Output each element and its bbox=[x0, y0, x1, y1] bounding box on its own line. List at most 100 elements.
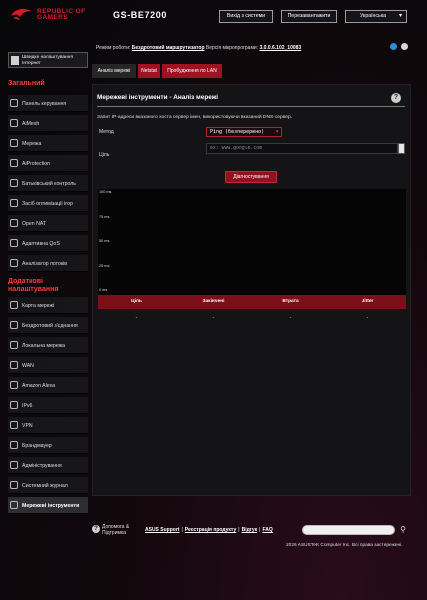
sidebar-item-network-map[interactable]: Карта мережі bbox=[8, 297, 88, 314]
sidebar-item-label: Брандмауер bbox=[22, 443, 52, 449]
settings-icon[interactable] bbox=[400, 43, 408, 50]
sidebar-item-open-nat[interactable]: Open NAT bbox=[8, 215, 88, 232]
column-header-target: Ціль bbox=[131, 299, 142, 304]
y-tick-label: 75 ms bbox=[99, 215, 110, 219]
sidebar-item-label: Системний журнал bbox=[22, 483, 68, 489]
vpn-icon bbox=[10, 421, 18, 429]
y-tick-label: 25 ms bbox=[99, 264, 110, 268]
sidebar-item-label: Панель керування bbox=[22, 101, 67, 107]
footer-search-input[interactable] bbox=[302, 525, 395, 535]
sidebar-item-label: Мережеві інструменти bbox=[22, 503, 80, 509]
tab-netstat[interactable]: Netstat bbox=[138, 64, 160, 78]
sidebar-item-aiprotection[interactable]: AiProtection bbox=[8, 155, 88, 172]
alexa-icon bbox=[10, 381, 18, 389]
quick-setup-icon bbox=[11, 56, 19, 65]
firmware-label: Версія мікропрограми: bbox=[205, 45, 259, 51]
network-map-icon bbox=[10, 301, 18, 309]
sidebar-item-parental-control[interactable]: Батьківський контроль bbox=[8, 175, 88, 192]
advanced-title-line2: налаштування bbox=[8, 285, 59, 293]
wan-icon bbox=[10, 361, 18, 369]
mode-label: Режим роботи: bbox=[96, 45, 131, 51]
help-circle-icon: ? bbox=[92, 525, 100, 533]
rog-logo-icon bbox=[11, 8, 31, 20]
cell-completed: - bbox=[212, 315, 215, 321]
brand-text: REPUBLIC OF GAMERS bbox=[37, 8, 85, 21]
method-select[interactable]: Ping (безперервно) ▾ bbox=[206, 127, 282, 137]
y-tick-label: 100 ms bbox=[99, 190, 112, 194]
sidebar-item-label: VPN bbox=[22, 423, 33, 429]
quick-setup-button[interactable]: Швидке налаштування Інтернет bbox=[8, 52, 88, 68]
administration-icon bbox=[10, 461, 18, 469]
game-boost-icon bbox=[10, 199, 18, 207]
copyright-text: 2026 ASUSTeK Computer Inc. Всі права зас… bbox=[286, 543, 403, 548]
feedback-link[interactable]: Відгук bbox=[242, 527, 258, 533]
faq-link[interactable]: FAQ bbox=[262, 527, 272, 533]
column-header-jitter: Jitter bbox=[361, 299, 374, 304]
ping-chart: 100 ms 75 ms 50 ms 25 ms 0 ms bbox=[98, 189, 406, 295]
general-section-title: Загальний bbox=[8, 80, 45, 87]
target-input[interactable] bbox=[206, 143, 398, 154]
sidebar-item-game-boost[interactable]: Засіб оптимізації ігор bbox=[8, 195, 88, 212]
network-analysis-panel: Мережеві інструменти - Аналіз мережі ? З… bbox=[92, 84, 411, 496]
sidebar-item-system-log[interactable]: Системний журнал bbox=[8, 477, 88, 494]
chevron-down-icon: ▾ bbox=[275, 128, 279, 135]
reboot-button[interactable]: Перезавантажити bbox=[281, 10, 337, 23]
ipv6-icon bbox=[10, 401, 18, 409]
network-status-icon[interactable] bbox=[390, 43, 397, 50]
chevron-down-icon: ▾ bbox=[398, 13, 402, 19]
results-table-header: Ціль Закінчені Втрата Jitter bbox=[98, 295, 406, 309]
traffic-analyzer-icon bbox=[10, 259, 18, 267]
quick-setup-label: Швидке налаштування Інтернет bbox=[22, 55, 73, 66]
status-line: Режим роботи: Бездротовий маршрутизатор … bbox=[96, 45, 301, 51]
tab-network-analysis[interactable]: Аналіз мережі bbox=[92, 64, 136, 78]
help-icon[interactable]: ? bbox=[391, 93, 401, 103]
sidebar-item-label: Адміністрування bbox=[22, 463, 62, 469]
search-icon[interactable]: ⚲ bbox=[398, 525, 408, 535]
y-tick-label: 50 ms bbox=[99, 239, 110, 243]
sidebar-item-label: IPv6 bbox=[22, 403, 33, 409]
mode-value-link[interactable]: Бездротовий маршрутизатор bbox=[132, 45, 205, 51]
sidebar-item-label: Карта мережі bbox=[22, 303, 55, 309]
diagnose-button[interactable]: Діагностування bbox=[225, 171, 277, 183]
sidebar-item-label: Amazon Alexa bbox=[22, 383, 56, 389]
aimesh-icon bbox=[10, 119, 18, 127]
network-icon bbox=[10, 139, 18, 147]
logout-button[interactable]: Вихід з системи bbox=[219, 10, 273, 23]
sidebar-item-wan[interactable]: WAN bbox=[8, 357, 88, 374]
target-label: Ціль bbox=[99, 152, 110, 158]
sidebar-item-label: Батьківський контроль bbox=[22, 181, 77, 187]
sidebar-item-vpn[interactable]: VPN bbox=[8, 417, 88, 434]
column-header-completed: Закінчені bbox=[202, 299, 225, 304]
title-divider bbox=[97, 106, 405, 107]
product-registration-link[interactable]: Реєстрація продукту bbox=[185, 527, 237, 533]
tab-wake-on-lan[interactable]: Пробудження по LAN bbox=[162, 64, 222, 78]
sidebar-item-label: Аналізатор потоків bbox=[22, 261, 68, 267]
aiprotection-icon bbox=[10, 159, 18, 167]
sidebar-item-traffic-analyzer[interactable]: Аналізатор потоків bbox=[8, 255, 88, 272]
sidebar-item-dashboard[interactable]: Панель керування bbox=[8, 95, 88, 112]
sidebar-item-label: Адаптивна QoS bbox=[22, 241, 60, 247]
target-scroll-handle[interactable] bbox=[398, 143, 405, 154]
sidebar-item-aimesh[interactable]: AiMesh bbox=[8, 115, 88, 132]
sidebar-item-label: WAN bbox=[22, 363, 34, 369]
sidebar-item-wireless[interactable]: Бездротовий з'єднання bbox=[8, 317, 88, 334]
sidebar-item-administration[interactable]: Адміністрування bbox=[8, 457, 88, 474]
parental-control-icon bbox=[10, 179, 18, 187]
language-select[interactable]: Українська ▾ bbox=[345, 10, 407, 23]
sidebar-item-label: AiMesh bbox=[22, 121, 40, 127]
sidebar-item-network-tools[interactable]: Мережеві інструменти bbox=[8, 497, 88, 514]
sidebar-item-alexa[interactable]: Amazon Alexa bbox=[8, 377, 88, 394]
sidebar-item-firewall[interactable]: Брандмауер bbox=[8, 437, 88, 454]
sidebar-item-qos[interactable]: Адаптивна QoS bbox=[8, 235, 88, 252]
sidebar-item-label: Open NAT bbox=[22, 221, 47, 227]
sidebar-item-network[interactable]: Мережа bbox=[8, 135, 88, 152]
sidebar-item-ipv6[interactable]: IPv6 bbox=[8, 397, 88, 414]
lan-icon bbox=[10, 341, 18, 349]
advanced-title-line1: Додаткові bbox=[8, 278, 43, 285]
firmware-value-link[interactable]: 3.0.0.6.102_10083 bbox=[259, 45, 301, 51]
sidebar-item-label: Бездротовий з'єднання bbox=[22, 323, 78, 329]
method-value: Ping (безперервно) bbox=[210, 129, 265, 135]
header: REPUBLIC OF GAMERS GS-BE7200 Вихід з сис… bbox=[0, 0, 427, 30]
sidebar-item-lan[interactable]: Локальна мережа bbox=[8, 337, 88, 354]
asus-support-link[interactable]: ASUS Support bbox=[145, 527, 179, 533]
